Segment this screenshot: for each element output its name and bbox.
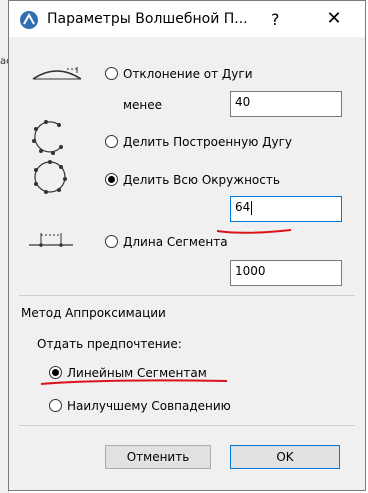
divide-circle-icon [34, 160, 67, 194]
arc-deviation-icon [32, 67, 82, 80]
help-button[interactable]: ? [271, 10, 280, 29]
divide-arc-radio[interactable] [105, 135, 118, 148]
divide-circle-radio[interactable] [105, 173, 118, 186]
cancel-button[interactable]: Отменить [105, 445, 211, 469]
segment-length-label: Длина Сегмента [123, 235, 228, 249]
close-button[interactable]: ✕ [319, 7, 349, 31]
divide-circle-label: Делить Всю Окружность [123, 173, 280, 187]
divide-arc-icon [32, 120, 63, 155]
text-caret [251, 200, 253, 215]
segment-length-radio[interactable] [105, 235, 118, 248]
segment-length-input[interactable]: 1000 [230, 260, 342, 286]
arc-deviation-value: 40 [235, 95, 251, 109]
window-title: Параметры Волшебной П... [47, 11, 248, 27]
segment-length-icon [29, 233, 73, 247]
arc-deviation-input[interactable]: 40 [230, 91, 342, 117]
preference-label: Отдать предпочтение: [37, 337, 182, 351]
divide-arc-label: Делить Построенную Дугу [123, 135, 292, 149]
less-than-label: менее [123, 98, 163, 112]
archicad-app-icon [20, 11, 38, 29]
best-fit-label: Наилучшему Совпадению [67, 399, 231, 413]
dialog-window: Параметры Волшебной П... ? ✕ Отклонение … [8, 0, 366, 491]
red-underline-annotation-2 [40, 379, 228, 385]
best-fit-radio[interactable] [49, 399, 62, 412]
bottom-divider [19, 425, 355, 426]
divide-circle-input[interactable]: 64 [230, 196, 342, 222]
arc-deviation-radio[interactable] [105, 67, 118, 80]
title-bar: Параметры Волшебной П... ? ✕ [9, 1, 365, 37]
arc-deviation-label: Отклонение от Дуги [123, 67, 253, 81]
segment-length-value: 1000 [235, 264, 266, 278]
divide-circle-value: 64 [235, 200, 251, 214]
ok-button[interactable]: OK [230, 445, 340, 469]
section-divider [19, 295, 355, 296]
approximation-method-title: Метод Аппроксимации [21, 306, 166, 320]
